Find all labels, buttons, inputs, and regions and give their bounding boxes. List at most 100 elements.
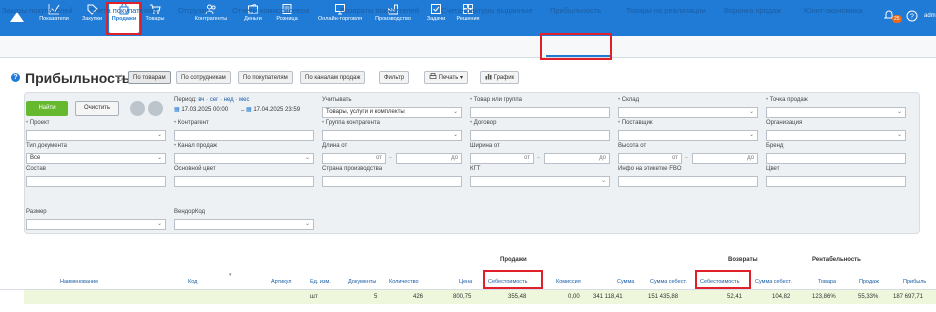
cell-prof-sales: 55,33% — [858, 294, 879, 300]
width-to-input[interactable]: до — [544, 153, 610, 164]
gear-icon[interactable] — [148, 101, 163, 116]
chart-button[interactable]: График — [480, 71, 520, 84]
sales-point-select[interactable]: ⌄ — [766, 107, 906, 118]
consider-label: Учитывать — [322, 97, 352, 103]
size-select[interactable]: ⌄ — [26, 219, 166, 230]
fbo-info-input[interactable] — [618, 176, 758, 187]
contract-input[interactable] — [470, 130, 610, 141]
period-shortcuts[interactable]: вч · сег · нед · мес — [198, 97, 249, 103]
cell-returns-cost: 52,41 — [727, 294, 743, 300]
supplier-label: Поставщик — [618, 120, 653, 126]
tab-by-customers[interactable]: По покупателям — [238, 71, 293, 84]
consider-select[interactable]: Товары, услуги и комплекты ⌄ — [322, 107, 462, 118]
col-documents[interactable]: Документы — [348, 279, 376, 285]
date-from-field[interactable]: ▦ 17.03.2025 00:00 — [174, 106, 238, 117]
color-input[interactable] — [766, 176, 906, 187]
subnav-customer-orders[interactable]: Заказы покупателей — [2, 6, 73, 15]
printer-icon — [429, 73, 437, 79]
counterparty-group-select[interactable]: ⌄ — [322, 130, 462, 141]
help-icon[interactable]: ? — [906, 10, 918, 22]
col-commission[interactable]: Комиссия — [556, 279, 581, 285]
product-group-input[interactable] — [470, 107, 610, 118]
nav-label: Контрагенты — [194, 16, 228, 22]
col-name[interactable]: Наименование — [60, 279, 98, 285]
supplier-select[interactable]: ⌄ — [618, 130, 758, 141]
length-from-input[interactable]: от — [322, 153, 386, 164]
col-sum[interactable]: Сумма — [617, 279, 634, 285]
nav-label: Закупки — [81, 16, 103, 22]
date-to-field[interactable]: ▦ 17.04.2025 23:59 — [246, 106, 314, 117]
subnav-sales-funnel[interactable]: Воронка продаж — [724, 6, 781, 15]
cell-sum: 341 118,41 — [593, 294, 623, 300]
col-unit[interactable]: Ед. изм. — [310, 279, 331, 285]
col-code[interactable]: Код — [188, 279, 197, 285]
width-label: Ширина от — [470, 143, 500, 149]
organization-select[interactable]: ⌄ — [766, 130, 906, 141]
col-sum-cost[interactable]: Сумма себест. — [650, 279, 687, 285]
warehouse-select[interactable]: ⌄ — [618, 107, 758, 118]
project-label: Проект — [26, 120, 50, 126]
vendor-code-label: ВендорКод — [174, 209, 206, 215]
calendar-icon: ▦ — [246, 107, 252, 113]
col-article[interactable]: Артикул — [271, 279, 292, 285]
find-button[interactable]: Найти — [26, 101, 68, 116]
color-label: Цвет — [766, 166, 780, 172]
subnav-customer-returns[interactable]: Возвраты покупателей — [340, 6, 419, 15]
subnav-shipments[interactable]: Отгрузки — [178, 6, 209, 15]
subnav-goods-on-consignment[interactable]: Товары на реализации — [626, 6, 706, 15]
country-input[interactable] — [322, 176, 462, 187]
height-from-input[interactable]: от — [618, 153, 682, 164]
col-returns-sum-cost[interactable]: Сумма себест. — [755, 279, 792, 285]
tab-by-employees[interactable]: По сотрудникам — [176, 71, 231, 84]
brand-label: Бренд — [766, 143, 784, 149]
nav-label: Показатели — [39, 16, 69, 22]
doc-type-select[interactable]: Все ⌄ — [26, 153, 166, 164]
brand-input[interactable] — [766, 153, 906, 164]
subnav-unit-economics[interactable]: Юнит-экономика — [804, 6, 862, 15]
user-name[interactable]: adm — [924, 13, 936, 19]
subnav-invoices-issued[interactable]: Счета-фактуры выданные — [441, 6, 533, 15]
refresh-icon[interactable] — [116, 74, 124, 82]
table-row — [24, 290, 936, 304]
cell-quantity: 426 — [413, 294, 424, 300]
ktg-select[interactable]: ⌄ — [470, 176, 610, 187]
print-label: Печать — [438, 75, 459, 81]
subnav-customer-invoices[interactable]: Счета покупателям — [90, 6, 157, 15]
col-price[interactable]: Цена — [459, 279, 472, 285]
product-group-label: Товар или группа — [470, 97, 522, 103]
vendor-code-select[interactable]: ⌄ — [174, 219, 314, 230]
project-select[interactable]: ⌄ — [26, 130, 166, 141]
subnav-commission-reports[interactable]: Отчеты комиссионера — [232, 6, 309, 15]
counterparty-input[interactable] — [174, 130, 314, 141]
print-button[interactable]: Печать ▾ — [424, 71, 469, 84]
nav-label: Производство — [375, 16, 411, 22]
col-prof-goods[interactable]: Товара — [818, 279, 836, 285]
main-color-input[interactable] — [174, 176, 314, 187]
sales-channel-select[interactable]: ⌄ — [174, 153, 314, 164]
bookmark-icon[interactable] — [130, 101, 145, 116]
length-label: Длина от — [322, 143, 348, 149]
nav-label: Розница — [276, 16, 298, 22]
nav-label: Товары — [145, 16, 165, 22]
tab-by-products[interactable]: По товарам — [128, 71, 171, 84]
col-profit[interactable]: Прибыль — [903, 279, 926, 285]
length-to-input[interactable]: до — [396, 153, 462, 164]
col-quantity[interactable]: Количество — [389, 279, 419, 285]
cell-returns-sum-cost: 104,82 — [772, 294, 791, 300]
col-prof-sales[interactable]: Продаж — [859, 279, 879, 285]
country-label: Страна производства — [322, 166, 383, 172]
cell-unit: шт — [310, 294, 318, 300]
highlight-box — [483, 270, 543, 289]
composition-input[interactable] — [26, 176, 166, 187]
info-icon[interactable]: ? — [11, 73, 20, 82]
width-from-input[interactable]: от — [470, 153, 534, 164]
tab-by-sales-channels[interactable]: По каналам продаж — [300, 71, 366, 84]
height-to-input[interactable]: до — [692, 153, 758, 164]
clear-button[interactable]: Очистить — [75, 101, 119, 116]
cell-profit: 187 697,71 — [893, 294, 924, 300]
ktg-label: КГТ — [470, 166, 481, 172]
size-label: Размер — [26, 209, 47, 215]
filter-button[interactable]: Фильтр — [379, 71, 410, 84]
nav-label: Решения — [456, 16, 480, 22]
subnav-profitability[interactable]: Прибыльность — [550, 6, 601, 15]
